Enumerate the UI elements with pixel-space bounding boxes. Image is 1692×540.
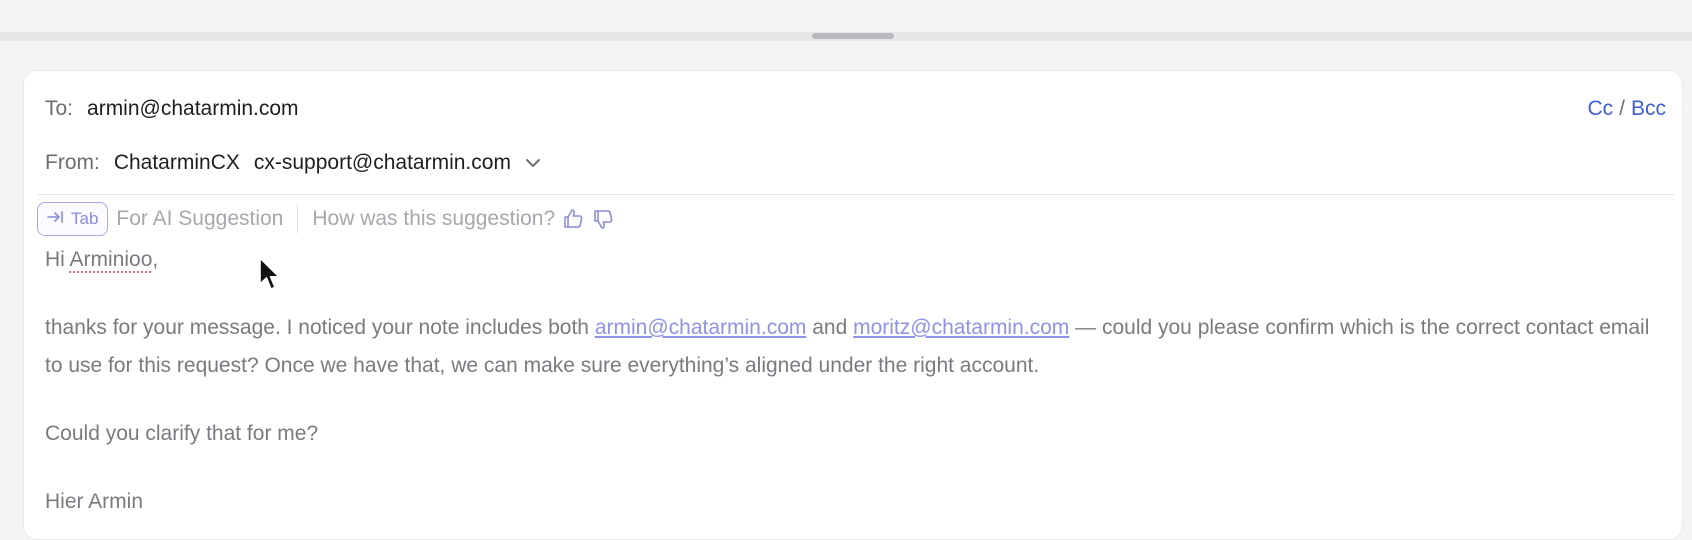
header-divider xyxy=(38,194,1674,195)
from-row[interactable]: From: ChatarminCX cx-support@chatarmin.c… xyxy=(45,151,543,175)
tab-arrow-icon xyxy=(47,209,65,229)
thumbs-down-icon[interactable] xyxy=(591,207,615,231)
from-sender-email[interactable]: cx-support@chatarmin.com xyxy=(254,151,511,175)
thumbs-up-icon[interactable] xyxy=(561,207,585,231)
feedback-prompt: How was this suggestion? xyxy=(312,207,556,230)
suggestion-separator xyxy=(297,205,299,233)
cc-button[interactable]: Cc xyxy=(1587,97,1613,121)
tab-key-chip[interactable]: Tab xyxy=(37,202,109,236)
to-row: To: armin@chatarmin.com xyxy=(45,97,299,121)
from-label: From: xyxy=(45,151,100,174)
body-paragraph-2: Could you clarify that for me? xyxy=(45,422,319,445)
greeting-line: Hi Arminioo, xyxy=(45,241,1665,279)
email-link-moritz[interactable]: moritz@chatarmin.com xyxy=(853,316,1069,339)
greeting-name-misspelled[interactable]: Arminioo xyxy=(70,248,153,271)
cc-bcc-separator: / xyxy=(1619,97,1625,120)
ai-suggestion-hint: For AI Suggestion xyxy=(116,207,284,230)
to-label: To: xyxy=(45,97,74,120)
tab-key-label: Tab xyxy=(71,209,99,228)
email-composer: To: armin@chatarmin.com Cc / Bcc From: C… xyxy=(23,70,1683,540)
to-recipient[interactable]: armin@chatarmin.com xyxy=(87,97,299,121)
greeting-suffix: , xyxy=(152,248,159,271)
email-link-armin[interactable]: armin@chatarmin.com xyxy=(595,316,807,339)
from-sender-name[interactable]: ChatarminCX xyxy=(114,151,240,175)
chevron-down-icon[interactable] xyxy=(523,153,543,173)
email-body-suggestion[interactable]: Hi Arminioo, thanks for your message. I … xyxy=(45,241,1665,521)
window-top-area xyxy=(0,0,1692,32)
mouse-pointer-icon xyxy=(259,257,280,290)
ai-suggestion-bar: Tab For AI Suggestion How was this sugge… xyxy=(37,202,615,236)
resize-handle[interactable] xyxy=(812,33,894,39)
body-paragraph-1: thanks for your message. I noticed your … xyxy=(45,309,1665,385)
paragraph-1-text-a: thanks for your message. I noticed your … xyxy=(45,316,595,339)
signoff-line: Hier Armin xyxy=(45,490,144,513)
greeting-prefix: Hi xyxy=(45,248,70,271)
paragraph-1-text-b: and xyxy=(806,316,854,339)
bcc-button[interactable]: Bcc xyxy=(1631,97,1666,121)
cc-bcc-toggle: Cc / Bcc xyxy=(1587,97,1666,121)
